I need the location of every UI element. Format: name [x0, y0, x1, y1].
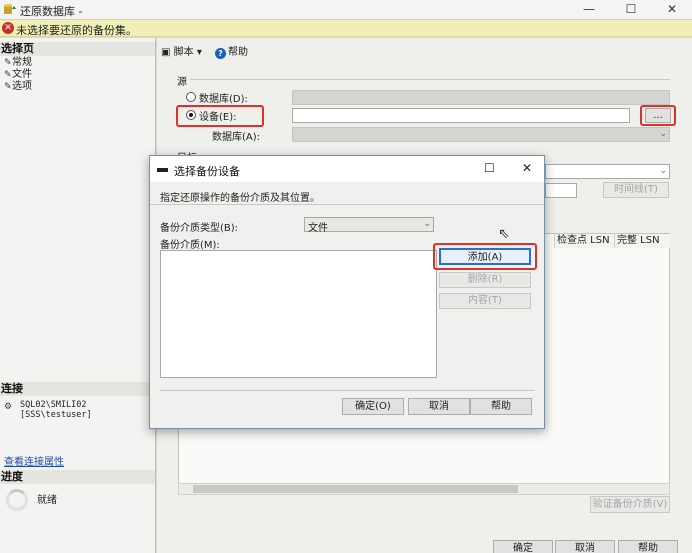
- warning-bar: ✕ 未选择要还原的备份集。: [0, 20, 692, 37]
- server-icon: ⚙: [4, 402, 13, 412]
- left-pane: 选择页 ✎常规 ✎文件 ✎选项 连接 ⚙ SQL02\SMILI02 [SSS\…: [0, 38, 156, 553]
- device-icon: [157, 168, 168, 172]
- media-type-label: 备份介质类型(B):: [160, 223, 239, 234]
- dialog-description: 指定还原操作的备份介质及其位置。: [160, 193, 320, 204]
- maximize-button[interactable]: ☐: [615, 1, 647, 17]
- progress-header: 进度: [0, 470, 155, 484]
- help-label: 帮助: [228, 47, 248, 58]
- dialog-footer-divider: [160, 390, 535, 391]
- horizontal-scrollbar[interactable]: [178, 483, 670, 495]
- chevron-down-icon: ⌄: [423, 219, 431, 229]
- ok-button[interactable]: 确定: [493, 540, 553, 553]
- device-radio[interactable]: [186, 110, 196, 120]
- source-database-select: [292, 90, 670, 105]
- user-name: [SSS\testuser]: [20, 410, 92, 420]
- help-bottom-button[interactable]: 帮助: [618, 540, 678, 553]
- script-label: 脚本: [173, 47, 194, 58]
- target-database-select[interactable]: ⌄: [545, 164, 670, 179]
- backup-media-list[interactable]: [160, 250, 437, 378]
- minimize-button[interactable]: —: [573, 1, 605, 17]
- scrollbar-thumb[interactable]: [193, 485, 518, 493]
- chevron-down-icon: ▾: [196, 47, 202, 58]
- dialog-title-bar: 选择备份设备 ☐ ✕: [150, 156, 544, 182]
- cancel-button[interactable]: 取消: [555, 540, 615, 553]
- device-radio-label: 设备(E):: [199, 112, 237, 123]
- timeline-button[interactable]: 时间线(T): [603, 182, 669, 198]
- page-item-options[interactable]: ✎选项: [4, 81, 32, 93]
- restore-to-field[interactable]: [545, 183, 577, 198]
- select-backup-devices-dialog: 选择备份设备 ☐ ✕ 指定还原操作的备份介质及其位置。 备份介质类型(B): 文…: [149, 155, 545, 429]
- help-button[interactable]: ? 帮助: [215, 43, 248, 59]
- wrench-icon: ✎: [4, 70, 12, 80]
- view-connection-properties-link[interactable]: 查看连接属性: [4, 453, 64, 468]
- chevron-down-icon: ⌄: [659, 129, 667, 139]
- browse-device-button[interactable]: ...: [645, 108, 671, 123]
- device-path-field[interactable]: [292, 108, 630, 123]
- database-radio-label: 数据库(D):: [199, 94, 248, 105]
- progress-status: 就绪: [37, 495, 57, 506]
- page-item-files[interactable]: ✎文件: [4, 69, 32, 81]
- page-label: 常规: [12, 57, 32, 68]
- title-bar: 还原数据库 - — ☐ ✕: [0, 0, 692, 20]
- dialog-title: 选择备份设备: [174, 165, 240, 178]
- mouse-cursor-icon: ⇖: [498, 226, 510, 242]
- column-header-checkpoint-lsn[interactable]: 检查点 LSN: [554, 234, 614, 248]
- remove-button[interactable]: 删除(R): [439, 272, 531, 288]
- select-page-header: 选择页: [0, 42, 155, 56]
- connection-header: 连接: [0, 382, 155, 396]
- close-button[interactable]: ✕: [656, 1, 688, 17]
- script-icon: ▣: [161, 47, 171, 58]
- database-restore-icon: [4, 4, 16, 14]
- wrench-icon: ✎: [4, 58, 12, 68]
- media-type-select[interactable]: 文件 ⌄: [304, 217, 434, 234]
- dialog-ok-button[interactable]: 确定(O): [342, 398, 404, 415]
- dialog-maximize-button[interactable]: ☐: [484, 161, 495, 175]
- dialog-help-button[interactable]: 帮助: [470, 398, 532, 415]
- media-label: 备份介质(M):: [160, 240, 220, 251]
- source-db-select: ⌄: [292, 127, 670, 142]
- error-icon: ✕: [2, 22, 14, 34]
- page-label: 选项: [12, 81, 32, 92]
- contents-button[interactable]: 内容(T): [439, 293, 531, 309]
- add-button[interactable]: 添加(A): [439, 248, 531, 265]
- dialog-close-button[interactable]: ✕: [522, 161, 532, 175]
- source-divider: [190, 79, 670, 80]
- page-label: 文件: [12, 69, 32, 80]
- database-radio[interactable]: [186, 92, 196, 102]
- verify-media-button[interactable]: 验证备份介质(V): [590, 496, 670, 513]
- wrench-icon: ✎: [4, 82, 12, 92]
- dialog-cancel-button[interactable]: 取消: [408, 398, 470, 415]
- column-header-full-lsn[interactable]: 完整 LSN: [614, 234, 670, 248]
- script-button[interactable]: ▣ 脚本 ▾: [161, 43, 202, 58]
- page-item-general[interactable]: ✎常规: [4, 57, 32, 69]
- help-icon: ?: [215, 48, 226, 59]
- window-title: 还原数据库 -: [20, 5, 83, 18]
- server-name: SQL02\SMILI02: [20, 400, 87, 410]
- source-db-label: 数据库(A):: [212, 132, 261, 143]
- source-group-label: 源: [177, 77, 187, 88]
- chevron-down-icon: ⌄: [659, 166, 667, 176]
- warning-text: 未选择要还原的备份集。: [16, 24, 137, 37]
- progress-spinner-icon: [6, 489, 28, 511]
- dialog-divider: [150, 204, 544, 205]
- media-type-value: 文件: [308, 223, 328, 234]
